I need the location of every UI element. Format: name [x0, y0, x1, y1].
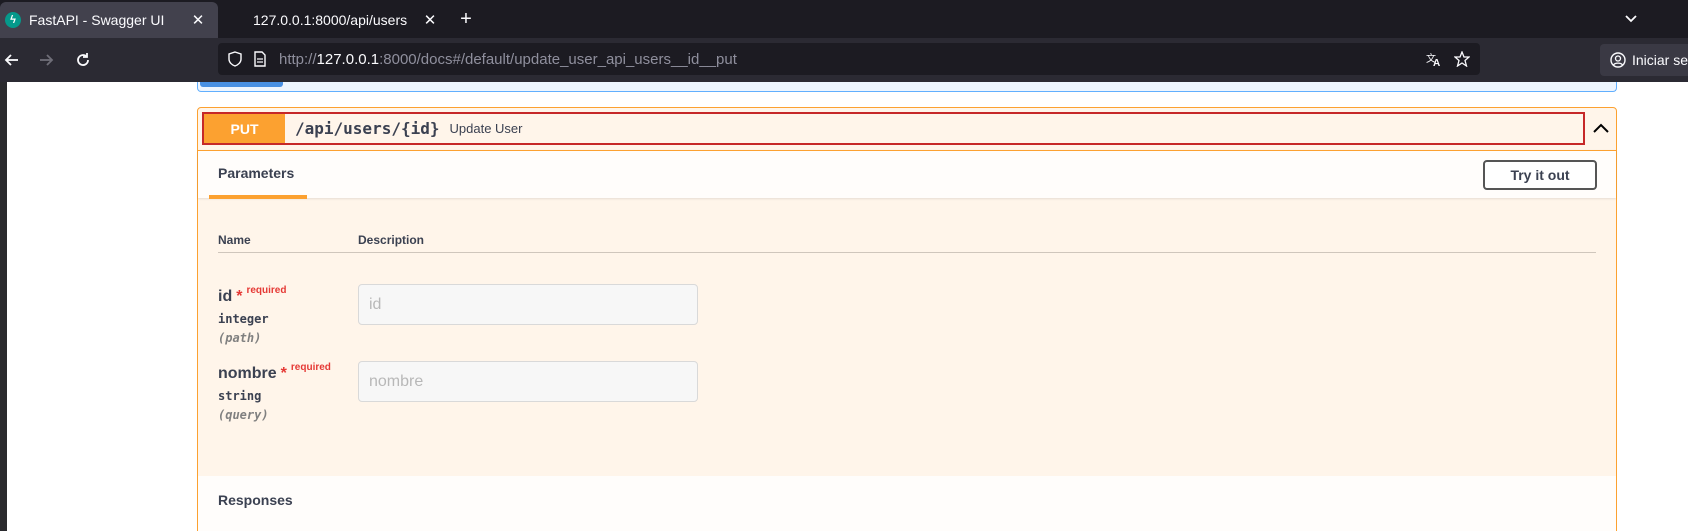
account-button[interactable]: Iniciar se [1600, 44, 1688, 76]
bookmark-star-icon[interactable] [1454, 51, 1470, 67]
parameter-name-text: nombre [218, 365, 277, 382]
tab-active-indicator [209, 195, 307, 199]
forward-button[interactable] [34, 48, 58, 72]
column-header-description: Description [358, 233, 425, 247]
close-tab-icon[interactable]: ✕ [422, 11, 438, 29]
column-header-name: Name [218, 233, 251, 247]
url-host: 127.0.0.1 [316, 51, 380, 68]
chevron-down-icon [1625, 15, 1637, 23]
parameter-name: id * required [218, 285, 287, 306]
url-rest: :8000/docs#/default/update_user_api_user… [379, 51, 737, 68]
reload-icon [77, 53, 89, 66]
id-input[interactable] [358, 284, 698, 325]
operation-block-put: PUT /api/users/{id} Update User Paramete… [197, 107, 1617, 531]
previous-operation-block[interactable] [197, 82, 1617, 92]
address-bar[interactable]: http://127.0.0.1:8000/docs#/default/upda… [218, 43, 1480, 75]
collapse-operation-button[interactable] [1587, 116, 1615, 140]
required-star: * [280, 365, 287, 382]
required-star: * [236, 288, 243, 305]
operation-summary[interactable]: PUT /api/users/{id} Update User [202, 112, 1585, 145]
fastapi-favicon-icon: ϟ [5, 12, 21, 28]
operation-summary-text: Update User [449, 121, 523, 136]
account-label: Iniciar se [1632, 52, 1688, 68]
reload-button[interactable] [71, 48, 95, 72]
required-label: required [246, 285, 287, 296]
translate-icon[interactable]: 文 A [1426, 51, 1442, 67]
url-prefix: http:// [279, 51, 317, 68]
parameter-name-text: id [218, 288, 233, 305]
tab-api-users[interactable]: 127.0.0.1:8000/api/users ✕ [238, 2, 450, 38]
arrow-right-icon [40, 54, 54, 66]
parameter-location: (path) [218, 331, 262, 345]
browser-nav-bar: http://127.0.0.1:8000/docs#/default/upda… [0, 38, 1688, 82]
back-button[interactable] [0, 48, 24, 72]
responses-title: Responses [218, 492, 293, 508]
nombre-input[interactable] [358, 361, 698, 402]
method-badge: PUT [204, 114, 285, 143]
parameter-name: nombre * required [218, 362, 331, 383]
parameter-type: string [218, 389, 262, 403]
list-all-tabs-button[interactable] [1620, 8, 1642, 30]
close-tab-icon[interactable]: ✕ [190, 11, 206, 29]
url-text[interactable]: http://127.0.0.1:8000/docs#/default/upda… [279, 51, 737, 68]
swagger-page: PUT /api/users/{id} Update User Paramete… [0, 82, 1688, 531]
tab-swagger-ui[interactable]: ϟ FastAPI - Swagger UI ✕ [0, 2, 218, 38]
new-tab-button[interactable]: + [455, 8, 477, 30]
browser-tab-bar: ϟ FastAPI - Swagger UI ✕ 127.0.0.1:8000/… [0, 0, 1688, 38]
try-it-out-button[interactable]: Try it out [1483, 160, 1597, 190]
parameters-table-header: Name Description [218, 233, 1596, 253]
chevron-up-icon [1593, 123, 1609, 133]
required-label: required [290, 362, 331, 373]
parameter-location: (query) [218, 408, 269, 422]
account-icon [1610, 52, 1626, 68]
tab-parameters[interactable]: Parameters [218, 165, 294, 181]
previous-operation-button[interactable] [200, 82, 283, 87]
shield-icon[interactable] [227, 51, 243, 67]
responses-header: Responses [198, 476, 1616, 531]
operation-path: /api/users/{id} [295, 119, 440, 138]
parameters-header: Parameters Try it out [198, 150, 1616, 199]
arrow-left-icon [4, 54, 18, 66]
tab-title: FastAPI - Swagger UI [29, 12, 165, 28]
page-info-icon[interactable] [252, 51, 268, 67]
svg-text:A: A [1433, 58, 1440, 67]
parameter-type: integer [218, 312, 269, 326]
page-left-edge [0, 82, 7, 531]
tab-title: 127.0.0.1:8000/api/users [253, 12, 408, 28]
